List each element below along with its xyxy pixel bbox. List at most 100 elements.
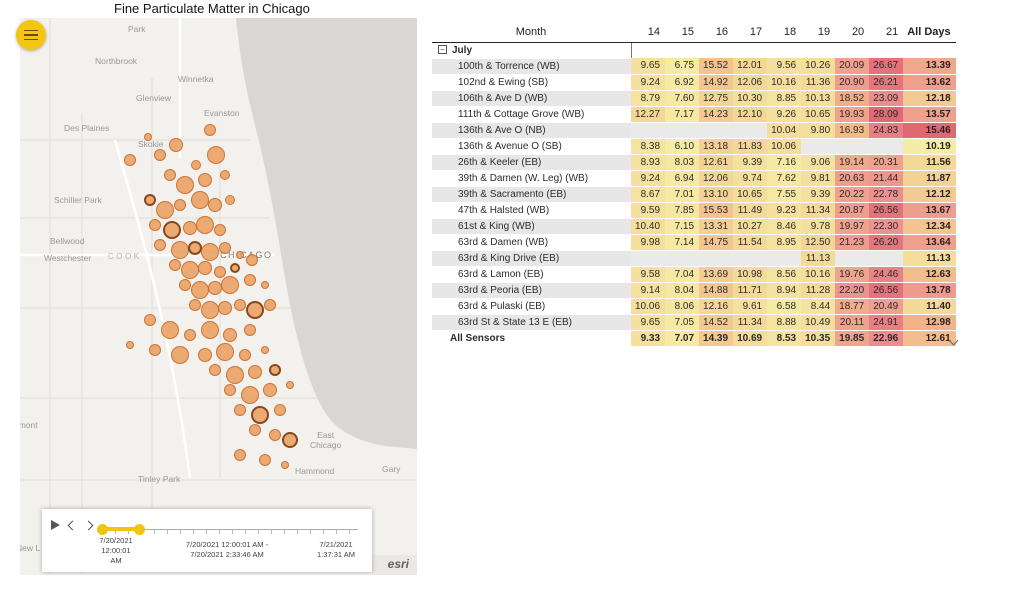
sensor-dot[interactable]	[246, 301, 264, 319]
row-label[interactable]: 102nd & Ewing (SB)	[432, 74, 631, 90]
sensor-dot[interactable]	[221, 276, 239, 294]
sensor-dot[interactable]	[179, 279, 191, 291]
sensor-dot[interactable]	[176, 176, 194, 194]
sensor-dot[interactable]	[214, 266, 226, 278]
sensor-dot[interactable]	[261, 281, 269, 289]
row-label[interactable]: 63rd & King Drive (EB)	[432, 250, 631, 266]
menu-button[interactable]	[16, 20, 46, 50]
sensor-dot[interactable]	[223, 328, 237, 342]
total-label[interactable]: All Sensors	[432, 330, 631, 346]
step-forward-button[interactable]	[85, 522, 92, 529]
sensor-dot[interactable]	[191, 191, 209, 209]
sensor-dot[interactable]	[149, 344, 161, 356]
column-header[interactable]: 18	[767, 20, 801, 42]
sensor-dot[interactable]	[264, 299, 276, 311]
time-slider-handle-start[interactable]	[97, 524, 108, 535]
sensor-dot[interactable]	[174, 199, 186, 211]
sensor-dot[interactable]	[225, 195, 235, 205]
sensor-dot[interactable]	[149, 219, 161, 231]
sensor-dot[interactable]	[241, 386, 259, 404]
sensor-dot[interactable]	[124, 154, 136, 166]
row-label[interactable]: 63rd St & State 13 E (EB)	[432, 314, 631, 330]
sensor-dot[interactable]	[161, 321, 179, 339]
sensor-dot[interactable]	[191, 281, 209, 299]
collapse-icon[interactable]: −	[438, 45, 447, 54]
sensor-dot[interactable]	[156, 201, 174, 219]
sensor-dot[interactable]	[263, 383, 277, 397]
column-header[interactable]: 15	[665, 20, 699, 42]
row-label[interactable]: 63rd & Lamon (EB)	[432, 266, 631, 282]
row-header-title[interactable]: Month	[432, 20, 631, 42]
row-label[interactable]: 100th & Torrence (WB)	[432, 58, 631, 74]
sensor-dot[interactable]	[281, 461, 289, 469]
sensor-dot[interactable]	[198, 261, 212, 275]
sensor-dot[interactable]	[144, 133, 152, 141]
sensor-dot[interactable]	[181, 261, 199, 279]
column-header-all-days[interactable]: All Days	[903, 20, 955, 42]
sensor-dot[interactable]	[169, 138, 183, 152]
sensor-dot[interactable]	[224, 384, 236, 396]
sensor-dot[interactable]	[286, 381, 294, 389]
column-header[interactable]: 14	[631, 20, 665, 42]
sensor-dot[interactable]	[246, 254, 258, 266]
sensor-dot[interactable]	[171, 346, 189, 364]
row-label[interactable]: 61st & King (WB)	[432, 218, 631, 234]
sensor-dot[interactable]	[154, 149, 166, 161]
sensor-dot[interactable]	[261, 346, 269, 354]
table-scroll-down-icon[interactable]	[947, 334, 959, 346]
sensor-dot[interactable]	[244, 274, 256, 286]
group-toggle[interactable]: −July	[432, 42, 631, 58]
sensor-dot[interactable]	[220, 170, 230, 180]
column-header[interactable]: 20	[835, 20, 869, 42]
step-back-button[interactable]	[69, 522, 76, 529]
sensor-dot[interactable]	[204, 124, 216, 136]
sensor-dot[interactable]	[209, 364, 221, 376]
sensor-dot[interactable]	[201, 243, 219, 261]
sensor-dot[interactable]	[269, 429, 281, 441]
play-button[interactable]	[51, 520, 60, 530]
sensor-dot[interactable]	[234, 404, 246, 416]
sensor-dot[interactable]	[164, 169, 176, 181]
row-label[interactable]: 63rd & Peoria (EB)	[432, 282, 631, 298]
sensor-dot[interactable]	[201, 301, 219, 319]
sensor-dot[interactable]	[234, 299, 246, 311]
row-label[interactable]: 39th & Sacramento (EB)	[432, 186, 631, 202]
sensor-dot[interactable]	[144, 194, 156, 206]
sensor-dot[interactable]	[144, 314, 156, 326]
sensor-dot[interactable]	[208, 281, 222, 295]
sensor-dot[interactable]	[219, 242, 231, 254]
sensor-dot[interactable]	[126, 341, 134, 349]
sensor-dot[interactable]	[244, 324, 256, 336]
sensor-dot[interactable]	[239, 349, 251, 361]
sensor-dot[interactable]	[274, 404, 286, 416]
sensor-dot[interactable]	[234, 449, 246, 461]
sensor-dot[interactable]	[189, 299, 201, 311]
sensor-dot[interactable]	[218, 301, 232, 315]
sensor-dot[interactable]	[226, 366, 244, 384]
sensor-dot[interactable]	[207, 146, 225, 164]
sensor-dot[interactable]	[248, 365, 262, 379]
sensor-dot[interactable]	[259, 454, 271, 466]
sensor-dot[interactable]	[269, 364, 281, 376]
row-label[interactable]: 63rd & Damen (WB)	[432, 234, 631, 250]
column-header[interactable]: 16	[699, 20, 733, 42]
sensor-dot[interactable]	[188, 241, 202, 255]
sensor-dot[interactable]	[208, 198, 222, 212]
sensor-dot[interactable]	[214, 224, 226, 236]
sensor-dot[interactable]	[184, 329, 196, 341]
map-canvas[interactable]: ParkNorthbrookWinnetkaGlenviewEvanstonDe…	[20, 18, 417, 575]
sensor-dot[interactable]	[169, 259, 181, 271]
column-header[interactable]: 19	[801, 20, 835, 42]
row-label[interactable]: 136th & Avenue O (SB)	[432, 138, 631, 154]
sensor-dot[interactable]	[198, 173, 212, 187]
sensor-dot[interactable]	[201, 321, 219, 339]
row-label[interactable]: 63rd & Pulaski (EB)	[432, 298, 631, 314]
row-label[interactable]: 111th & Cottage Grove (WB)	[432, 106, 631, 122]
sensor-dot[interactable]	[236, 251, 244, 259]
sensor-dot[interactable]	[249, 424, 261, 436]
sensor-dot[interactable]	[251, 406, 269, 424]
row-label[interactable]: 39th & Damen (W. Leg) (WB)	[432, 170, 631, 186]
sensor-dot[interactable]	[154, 239, 166, 251]
sensor-dot[interactable]	[230, 263, 240, 273]
sensor-dot[interactable]	[216, 343, 234, 361]
